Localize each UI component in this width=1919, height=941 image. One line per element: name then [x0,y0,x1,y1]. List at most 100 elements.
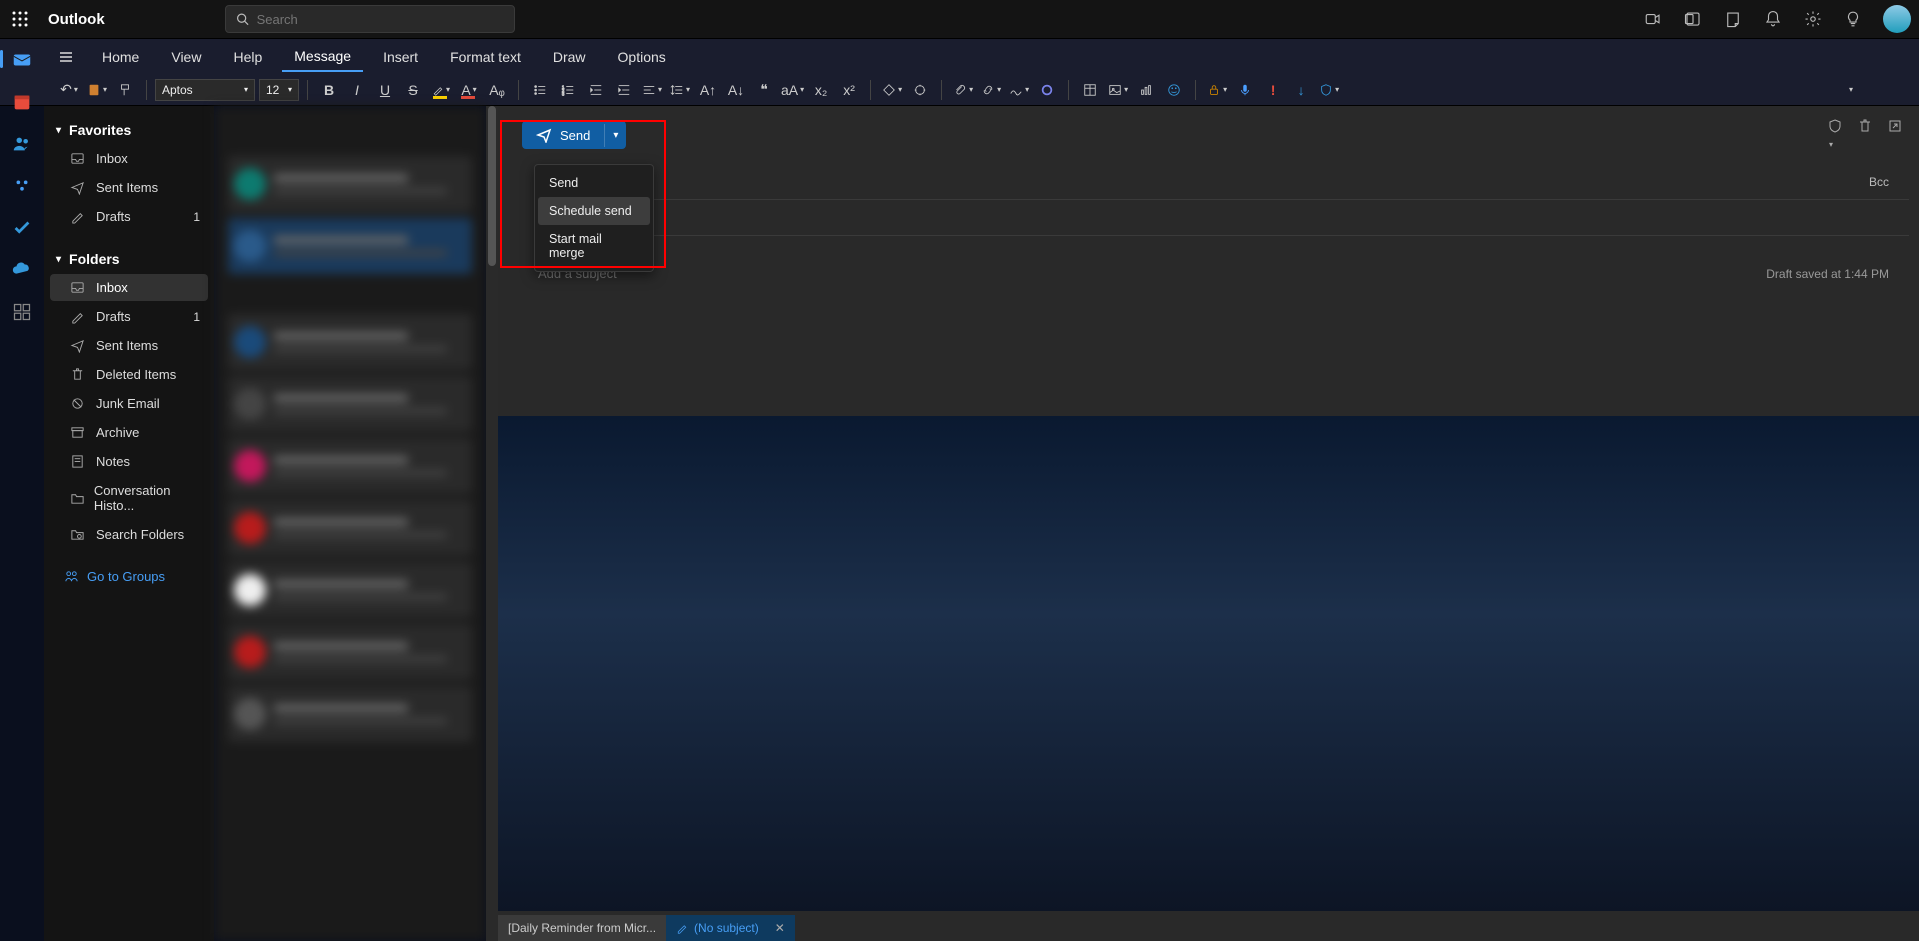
tips-icon[interactable] [1843,9,1863,29]
poll-button[interactable] [1133,78,1159,102]
folder-search-folders[interactable]: Search Folders [50,521,208,548]
search-input[interactable] [257,12,504,27]
dropdown-item-mail-merge[interactable]: Start mail merge [535,225,653,267]
folders-header[interactable]: ▾ Folders [44,245,214,273]
clear-formatting-button[interactable]: Aᵩ [484,78,510,102]
tab-options[interactable]: Options [606,43,678,71]
tab-home[interactable]: Home [90,43,151,71]
folder-junk[interactable]: Junk Email [50,390,208,417]
meet-now-icon[interactable] [1643,9,1663,29]
low-importance-button[interactable]: ↓ [1288,78,1314,102]
folder-conversation-history[interactable]: Conversation Histo... [50,477,208,519]
favorite-inbox[interactable]: Inbox [50,145,208,172]
ribbon-tabs: Home View Help Message Insert Format tex… [0,38,1919,74]
sensitivity-icon[interactable]: ▾ [1827,118,1843,152]
app-launcher-icon[interactable] [8,7,32,31]
ribbon-expand-button[interactable]: ▾ [1837,78,1863,102]
rail-more-apps-icon[interactable] [4,294,40,330]
favorite-drafts[interactable]: Drafts 1 [50,203,208,230]
signature-button[interactable]: ▾ [1006,78,1032,102]
tab-insert[interactable]: Insert [371,43,430,71]
delete-draft-button[interactable] [1857,118,1873,152]
tab-draw[interactable]: Draw [541,43,598,71]
dropdown-item-send[interactable]: Send [535,169,653,197]
bullets-button[interactable] [527,78,553,102]
sensitivity-button[interactable]: ▾ [1204,78,1230,102]
to-input[interactable] [648,174,1869,189]
dictate-button[interactable] [1232,78,1258,102]
font-color-button[interactable]: A▾ [456,78,482,102]
font-name-select[interactable]: Aptos▾ [155,79,255,101]
italic-button[interactable]: I [344,78,370,102]
folder-deleted[interactable]: Deleted Items [50,361,208,388]
increase-indent-button[interactable] [611,78,637,102]
superscript-button[interactable]: x² [836,78,862,102]
user-avatar[interactable] [1883,5,1911,33]
font-size-select[interactable]: 12▾ [259,79,299,101]
link-button[interactable]: ▾ [978,78,1004,102]
strikethrough-button[interactable]: S [400,78,426,102]
line-spacing-button[interactable]: ▾ [667,78,693,102]
rail-people-icon[interactable] [4,126,40,162]
settings-icon[interactable] [1803,9,1823,29]
send-button[interactable]: Send [522,121,604,149]
rail-calendar-icon[interactable] [4,84,40,120]
tab-message[interactable]: Message [282,42,363,72]
folder-archive[interactable]: Archive [50,419,208,446]
tab-help[interactable]: Help [221,43,274,71]
folder-drafts[interactable]: Drafts 1 [50,303,208,330]
change-case-button[interactable]: aA▾ [779,78,806,102]
loop-button[interactable] [1034,78,1060,102]
numbering-button[interactable]: 123 [555,78,581,102]
note-icon[interactable] [1723,9,1743,29]
scrollbar-thumb[interactable] [488,106,496,266]
rail-groups-icon[interactable] [4,168,40,204]
subject-input[interactable] [538,266,1766,281]
favorite-sent[interactable]: Sent Items [50,174,208,201]
folder-inbox[interactable]: Inbox [50,274,208,301]
popout-button[interactable] [1887,118,1903,152]
align-button[interactable]: ▾ [639,78,665,102]
scrollbar-track[interactable] [486,106,498,941]
subscript-button[interactable]: x₂ [808,78,834,102]
folder-sent[interactable]: Sent Items [50,332,208,359]
paste-button[interactable]: ▾ [84,78,110,102]
increase-font-button[interactable]: A↑ [695,78,721,102]
decrease-indent-button[interactable] [583,78,609,102]
send-dropdown-button[interactable]: ▾ [604,124,626,147]
quote-button[interactable]: ❝ [751,78,777,102]
folder-notes[interactable]: Notes [50,448,208,475]
tab-view[interactable]: View [159,43,213,71]
rail-mail-icon[interactable] [4,42,40,78]
table-button[interactable] [1077,78,1103,102]
format-painter-button[interactable] [112,78,138,102]
styles-button[interactable]: ▾ [879,78,905,102]
hamburger-icon[interactable] [50,41,82,73]
editor-button[interactable] [907,78,933,102]
attach-button[interactable]: ▾ [950,78,976,102]
compose-body[interactable] [498,416,1919,911]
notifications-icon[interactable] [1763,9,1783,29]
undo-button[interactable]: ↶▾ [56,78,82,102]
confidential-button[interactable]: ▾ [1316,78,1342,102]
bold-button[interactable]: B [316,78,342,102]
bottom-tab-active[interactable]: (No subject) ✕ [666,915,795,941]
rail-onedrive-icon[interactable] [4,252,40,288]
rail-todo-icon[interactable] [4,210,40,246]
emoji-button[interactable] [1161,78,1187,102]
tab-format-text[interactable]: Format text [438,43,533,71]
dropdown-item-schedule-send[interactable]: Schedule send [538,197,650,225]
importance-button[interactable]: ! [1260,78,1286,102]
search-box[interactable] [225,5,515,33]
close-icon[interactable]: ✕ [775,921,785,935]
decrease-font-button[interactable]: A↓ [723,78,749,102]
go-to-groups-link[interactable]: Go to Groups [44,559,214,594]
underline-button[interactable]: U [372,78,398,102]
cc-input[interactable] [648,210,1889,225]
picture-button[interactable]: ▾ [1105,78,1131,102]
teams-icon[interactable] [1683,9,1703,29]
favorites-header[interactable]: ▾ Favorites [44,116,214,144]
highlight-button[interactable]: ▾ [428,78,454,102]
bcc-toggle[interactable]: Bcc [1869,175,1889,189]
bottom-tab-inactive[interactable]: [Daily Reminder from Micr... [498,915,666,941]
